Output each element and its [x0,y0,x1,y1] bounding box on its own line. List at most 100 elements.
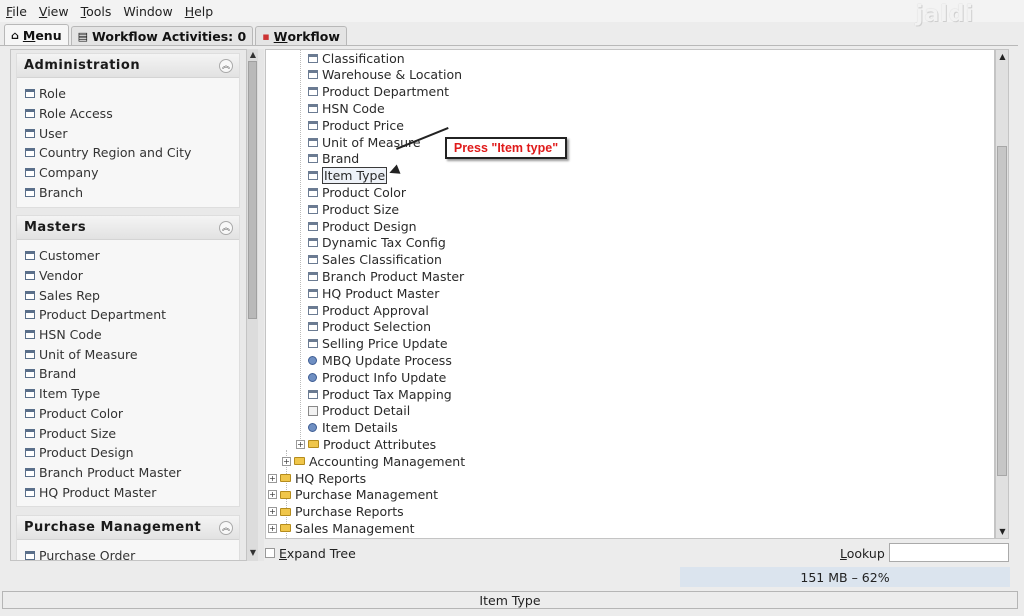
tree-node-label: Product Price [322,117,404,133]
group-header[interactable]: Purchase Management ︽ [17,516,239,540]
menu-item[interactable]: Item Type [25,384,239,404]
tree-node[interactable]: Item Type [308,167,388,185]
window-icon [25,148,35,158]
scroll-up-icon[interactable]: ▲ [997,51,1008,62]
tree-node[interactable]: + Sales Management [268,520,415,536]
tab-workflow-activities[interactable]: ▤ Workflow Activities: 0 [70,26,254,46]
menu-item[interactable]: Product Department [25,305,239,325]
tree-node[interactable]: Selling Price Update [308,336,448,352]
menu-item-label: Vendor [39,268,83,284]
status-bar: Item Type [2,591,1018,609]
tree-node[interactable]: HSN Code [308,100,385,116]
tree-node[interactable]: Dynamic Tax Config [308,235,446,251]
tree-node[interactable]: Item Details [308,420,398,436]
expand-icon[interactable]: + [268,507,277,517]
expand-tree-checkbox[interactable] [265,548,275,558]
expand-icon[interactable]: + [268,473,277,483]
menu-item[interactable]: HSN Code [25,325,239,345]
tree-node-label: Item Type [322,167,388,185]
menu-item[interactable]: User [25,123,239,143]
menu-item[interactable]: Sales Rep [25,285,239,305]
collapse-icon[interactable]: ︽ [219,58,233,73]
menu-item[interactable]: Unit of Measure [25,344,239,364]
menu-window[interactable]: Window [117,4,178,19]
tree-node[interactable]: + Purchase Reports [268,504,404,520]
folder-icon [280,474,291,482]
scroll-thumb[interactable] [248,61,257,319]
menu-item[interactable]: Branch Product Master [25,463,239,483]
scroll-up-icon[interactable]: ▲ [248,50,258,60]
menu-item[interactable]: Product Color [25,404,239,424]
group-header[interactable]: Masters ︽ [17,216,239,240]
tree-node-label: Product Department [322,84,450,100]
tab-workflow[interactable]: ▪ Workflow [255,26,347,46]
expand-icon[interactable]: + [268,523,277,533]
tree-node[interactable]: MBQ Update Process [308,352,452,368]
menu-tools[interactable]: Tools [75,4,118,19]
menu-help[interactable]: Help [179,4,220,19]
group-header[interactable]: Administration ︽ [17,54,239,78]
menu-item[interactable]: Role Access [25,104,239,124]
menu-item[interactable]: Vendor [25,266,239,286]
tree-node[interactable]: Brand [308,151,359,167]
scroll-thumb[interactable] [997,146,1007,476]
tree-node[interactable]: Product Detail [308,403,410,419]
tree-guide [300,50,301,445]
expand-icon[interactable]: + [296,439,305,449]
menu-item-label: Product Design [39,445,134,461]
menu-item[interactable]: Purchase Order [25,546,239,560]
lookup-input[interactable] [889,543,1009,562]
collapse-icon[interactable]: ︽ [219,220,233,235]
menu-view[interactable]: View [33,4,75,19]
menu-item[interactable]: Branch [25,182,239,202]
tree-node-label: MBQ Update Process [322,352,452,368]
menu-item[interactable]: HQ Product Master [25,482,239,502]
tree-node[interactable]: Product Tax Mapping [308,386,452,402]
tree-node[interactable]: Product Design [308,218,417,234]
tree-node[interactable]: Classification [308,50,405,66]
window-icon [308,53,318,63]
menu-item-label: Product Department [39,307,167,323]
memory-indicator[interactable]: 151 MB – 62% [680,567,1010,587]
collapse-icon[interactable]: ︽ [219,520,233,535]
tree-node[interactable]: Product Info Update [308,369,446,385]
menu-item[interactable]: Role [25,84,239,104]
tree-node[interactable]: + Product Attributes [296,436,436,452]
menu-item[interactable]: Company [25,163,239,183]
tree-node[interactable]: Product Department [308,84,449,100]
tree-node[interactable]: Sales Classification [308,252,442,268]
expand-tree-label[interactable]: Expand Tree [279,546,356,561]
tree-node[interactable]: + Purchase Management [268,487,438,503]
scroll-down-icon[interactable]: ▼ [248,548,258,558]
tree-scrollbar[interactable]: ▲ ▼ [995,49,1009,539]
window-icon [25,330,35,340]
menu-file[interactable]: File [0,4,33,19]
menu-panel: Administration ︽ Role Role Access User Coun… [10,49,258,561]
window-icon [25,467,35,477]
window-icon [308,204,318,214]
tree-node[interactable]: Product Approval [308,302,429,318]
menu-item[interactable]: Product Size [25,423,239,443]
menu-item[interactable]: Country Region and City [25,143,239,163]
menu-item[interactable]: Customer [25,246,239,266]
menu-scrollbar[interactable]: ▲ ▼ [246,49,258,561]
expand-icon[interactable]: + [282,456,291,466]
tree-node[interactable]: Branch Product Master [308,268,464,284]
tab-menu[interactable]: ⌂ Menu [4,24,69,46]
scroll-down-icon[interactable]: ▼ [997,526,1008,537]
tree-node[interactable]: + HQ Reports [268,470,366,486]
panel-splitter[interactable] [258,49,264,561]
menu-item[interactable]: Product Design [25,443,239,463]
tree-node-label: Product Approval [322,302,429,318]
tree-node[interactable]: Product Price [308,117,404,133]
menu-item[interactable]: Brand [25,364,239,384]
expand-icon[interactable]: + [268,490,277,500]
tree-node[interactable]: Product Size [308,201,399,217]
tree-node[interactable]: Product Selection [308,319,431,335]
tree-node-label: Purchase Management [295,487,439,503]
tree-node[interactable]: + Accounting Management [282,453,465,469]
tree-node[interactable]: HQ Product Master [308,285,439,301]
tree-node[interactable]: Product Color [308,184,406,200]
tree-node[interactable]: Warehouse & Location [308,67,462,83]
tree-node[interactable]: Unit of Measure [308,134,421,150]
